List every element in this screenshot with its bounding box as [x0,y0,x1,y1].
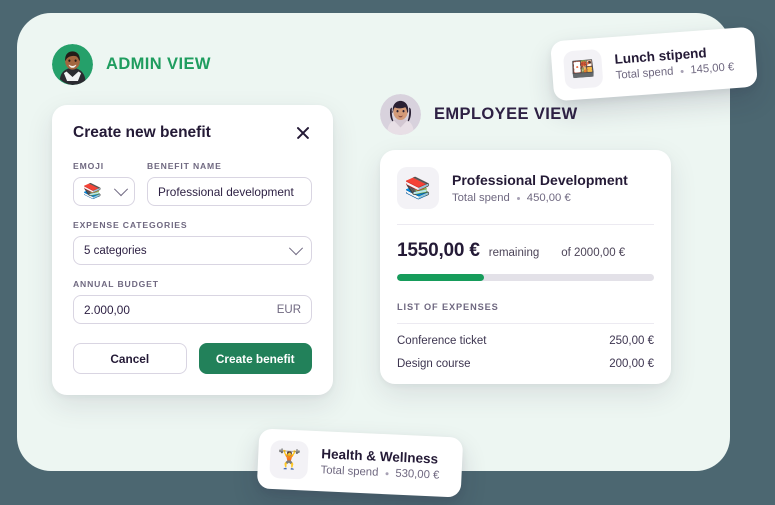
benefit-name-field-group: BENEFIT NAME Professional development [147,161,312,206]
bento-box-emoji-icon: 🍱 [562,48,604,90]
employee-avatar [380,94,421,135]
benefit-name-value: Professional development [158,184,294,199]
remaining-row: 1550,00 € remaining of 2000,00 € [397,225,654,262]
remaining-amount: 1550,00 € [397,240,480,261]
separator-dot-icon [385,471,389,475]
spend-label: Total spend [452,192,510,204]
emoji-label: EMOJI [73,161,104,171]
admin-avatar [52,44,93,85]
dialog-header: Create new benefit [73,124,312,142]
cancel-button[interactable]: Cancel [73,343,187,374]
books-emoji-icon: 📚 [83,183,102,200]
chevron-down-icon [113,181,129,196]
dialog-actions: Cancel Create benefit [73,343,312,374]
table-row: Conference ticket 250,00 € [397,324,654,347]
close-icon[interactable] [294,124,312,142]
admin-view-header: ADMIN VIEW [52,44,211,85]
chevron-down-icon [288,240,304,255]
expense-amount: 200,00 € [609,358,654,370]
benefit-card-name: Professional Development [452,172,628,188]
separator-dot-icon [680,69,684,73]
currency-suffix: EUR [276,303,301,316]
expenses-section-title: LIST OF EXPENSES [397,302,654,324]
expense-categories-value: 5 categories [84,244,147,257]
chip-text-group: Lunch stipend Total spend 145,00 € [614,43,735,82]
weightlifter-emoji-icon: 🏋️ [269,439,309,480]
emoji-field-group: EMOJI 📚 [73,161,135,206]
create-benefit-dialog: Create new benefit EMOJI 📚 BENEFIT NAME … [52,105,333,395]
annual-budget-label: ANNUAL BUDGET [73,279,159,289]
annual-budget-field-group: ANNUAL BUDGET 2.000,00 EUR [73,279,312,324]
chip-spend: Total spend 530,00 € [320,464,439,481]
annual-budget-value: 2.000,00 [84,302,130,317]
spend-value: 450,00 € [526,192,571,204]
benefit-card-spend: Total spend 450,00 € [452,192,628,204]
spend-label: Total spend [320,464,379,479]
expense-name: Design course [397,358,471,370]
table-row: Design course 200,00 € [397,347,654,370]
emoji-and-name-row: EMOJI 📚 BENEFIT NAME Professional develo… [73,161,312,206]
benefit-name-label: BENEFIT NAME [147,161,222,171]
separator-dot-icon [516,196,520,200]
expense-name: Conference ticket [397,335,487,347]
benefit-name-input[interactable]: Professional development [147,177,312,206]
benefit-chip-health-wellness[interactable]: 🏋️ Health & Wellness Total spend 530,00 … [256,428,464,498]
budget-progress-fill [397,274,485,281]
expense-categories-field-group: EXPENSE CATEGORIES 5 categories [73,220,312,265]
budget-progress-bar [397,274,654,281]
chip-text-group: Health & Wellness Total spend 530,00 € [320,446,440,481]
emoji-select[interactable]: 📚 [73,177,135,206]
spend-value: 145,00 € [689,61,735,77]
annual-budget-input[interactable]: 2.000,00 EUR [73,295,312,324]
create-benefit-button[interactable]: Create benefit [198,343,312,374]
expense-categories-select[interactable]: 5 categories [73,236,312,265]
benefit-detail-card: 📚 Professional Development Total spend 4… [380,150,671,384]
spend-value: 530,00 € [395,467,440,482]
total-budget-label: of 2000,00 € [561,247,626,259]
remaining-label: remaining [488,247,540,259]
employee-view-label: EMPLOYEE VIEW [434,105,578,123]
employee-view-header: EMPLOYEE VIEW [380,94,578,135]
dialog-title: Create new benefit [73,124,211,141]
spend-label: Total spend [615,65,674,82]
benefit-card-header: 📚 Professional Development Total spend 4… [397,167,654,225]
expense-amount: 250,00 € [609,335,654,347]
chip-name: Health & Wellness [321,446,439,467]
books-emoji-icon: 📚 [397,167,439,209]
benefit-card-titles: Professional Development Total spend 450… [452,172,628,204]
expense-categories-label: EXPENSE CATEGORIES [73,220,188,230]
admin-view-label: ADMIN VIEW [106,55,211,73]
